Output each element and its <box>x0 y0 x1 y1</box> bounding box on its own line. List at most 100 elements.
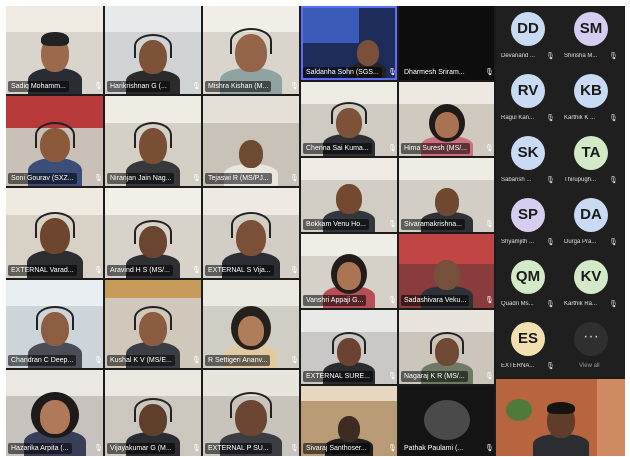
avatar: ES <box>511 322 545 356</box>
participant-tile[interactable]: Chenna Sai Kuma... 🎙 <box>301 82 397 156</box>
mic-muted-icon[interactable]: 🎙 <box>485 444 494 453</box>
mic-muted-icon[interactable]: 🎙 <box>192 266 201 275</box>
mic-muted-icon[interactable]: 🎙 <box>485 372 494 381</box>
participant-avatar-cell[interactable]: QM Quadri Ms... 🎙 <box>496 254 558 315</box>
mic-muted-icon[interactable]: 🎙 <box>290 82 299 91</box>
mic-muted-icon[interactable]: 🎙 <box>388 296 397 305</box>
mic-muted-icon[interactable]: 🎙 <box>546 300 555 308</box>
participant-avatar-cell[interactable]: SM Shirisha M... 🎙 <box>559 6 621 67</box>
participant-avatar-cell[interactable]: RV Ragul Kan... 🎙 <box>496 68 558 129</box>
mic-muted-icon[interactable]: 🎙 <box>546 52 555 60</box>
avatar: SK <box>511 136 545 170</box>
mic-muted-icon[interactable]: 🎙 <box>290 174 299 183</box>
participant-tile[interactable]: EXTERNAL S Vija... 🎙 <box>203 188 299 278</box>
mic-muted-icon[interactable]: 🎙 <box>192 82 201 91</box>
participant-name: Hima Suresh (MS/... <box>401 143 471 154</box>
participant-tile[interactable]: Sadashivara Veku... 🎙 <box>399 234 494 308</box>
participant-tile-video-off[interactable]: Dharmesh Sriram... 🎙 <box>399 6 494 80</box>
participant-tile[interactable]: EXTERNAL P SU... 🎙 <box>203 370 299 456</box>
participant-avatar-cell[interactable]: DA Durga Pra... 🎙 <box>559 192 621 253</box>
participant-name: Chandran C Deep... <box>8 355 77 366</box>
participant-name: Vijayakumar G (M... <box>107 443 175 454</box>
mic-muted-icon[interactable]: 🎙 <box>388 144 397 153</box>
mic-muted-icon[interactable]: 🎙 <box>388 444 397 453</box>
mic-muted-icon[interactable]: 🎙 <box>609 300 618 308</box>
mic-muted-icon[interactable]: 🎙 <box>94 356 103 365</box>
avatar-name: Thirupugh... <box>564 177 597 183</box>
view-all-button[interactable]: ··· View all <box>559 316 621 377</box>
avatar-name: Durga Pra... <box>564 239 597 245</box>
participant-name: EXTERNAL Varad... <box>8 265 77 276</box>
mic-muted-icon[interactable]: 🎙 <box>609 176 618 184</box>
mic-muted-icon[interactable]: 🎙 <box>609 238 618 246</box>
participant-tile[interactable]: Soni Gourav (SXZ... 🎙 <box>6 96 103 186</box>
participant-name: Kushal K V (MS/E... <box>107 355 175 366</box>
participant-tile-video-off[interactable]: Pathak Paulami (... 🎙 <box>399 386 494 456</box>
participant-tile[interactable]: EXTERNAL Varad... 🎙 <box>6 188 103 278</box>
participant-tile[interactable]: Tejaswi R (MS/PJ... 🎙 <box>203 96 299 186</box>
participant-name: Mishra Kishan (M... <box>205 81 272 92</box>
mic-muted-icon[interactable]: 🎙 <box>546 176 555 184</box>
participant-tile[interactable]: Vanshri Appaji G... 🎙 <box>301 234 397 308</box>
mic-muted-icon[interactable]: 🎙 <box>609 114 618 122</box>
participant-avatar-cell[interactable]: SP Shyamjith ... 🎙 <box>496 192 558 253</box>
mic-muted-icon[interactable]: 🎙 <box>485 144 494 153</box>
participant-avatar-cell[interactable]: KV Karthik Ra... 🎙 <box>559 254 621 315</box>
avatar: SM <box>574 12 608 46</box>
mic-muted-icon[interactable]: 🎙 <box>546 362 555 370</box>
participant-tile[interactable]: EXTERNAL SURE... 🎙 <box>301 310 397 384</box>
mic-muted-icon[interactable]: 🎙 <box>546 238 555 246</box>
mic-muted-icon[interactable]: 🎙 <box>388 68 397 77</box>
mic-muted-icon[interactable]: 🎙 <box>192 174 201 183</box>
mic-muted-icon[interactable]: 🎙 <box>94 266 103 275</box>
participant-name: EXTERNAL SURE... <box>303 371 373 382</box>
mic-muted-icon[interactable]: 🎙 <box>94 82 103 91</box>
participant-tile[interactable]: Hima Suresh (MS/... 🎙 <box>399 82 494 156</box>
participant-avatar-cell[interactable]: TA Thirupugh... 🎙 <box>559 130 621 191</box>
participant-avatar-cell[interactable]: SK Sabarish ... 🎙 <box>496 130 558 191</box>
video-call-screen: Sadiq Mohamm... 🎙 Soni Gourav (SXZ... 🎙 … <box>6 6 625 456</box>
participant-avatar-cell[interactable]: KB Karthik K ... 🎙 <box>559 68 621 129</box>
participant-name: Sivaramakrishna... <box>401 219 465 230</box>
participant-avatar-cell[interactable]: ES EXTERNA... 🎙 <box>496 316 558 377</box>
participant-tile[interactable]: Harikrishnan G (... 🎙 <box>105 6 201 94</box>
mic-muted-icon[interactable]: 🎙 <box>290 444 299 453</box>
mic-muted-icon[interactable]: 🎙 <box>609 52 618 60</box>
participant-tile[interactable]: Kushal K V (MS/E... 🎙 <box>105 280 201 368</box>
participant-tile[interactable]: Vijayakumar G (M... 🎙 <box>105 370 201 456</box>
participant-tile[interactable]: Nagaraj K R (MS/... 🎙 <box>399 310 494 384</box>
participant-tile[interactable]: Hazarika Arpita (... 🎙 <box>6 370 103 456</box>
avatar-name: Shyamjith ... <box>501 239 535 245</box>
mic-muted-icon[interactable]: 🎙 <box>290 356 299 365</box>
mic-muted-icon[interactable]: 🎙 <box>485 68 494 77</box>
mic-muted-icon[interactable]: 🎙 <box>388 372 397 381</box>
participant-name: Harikrishnan G (... <box>107 81 170 92</box>
participant-name: EXTERNAL P SU... <box>205 443 272 454</box>
participant-tile[interactable]: Sadiq Mohamm... 🎙 <box>6 6 103 94</box>
participant-tile[interactable]: R Settigeri Ananv... 🎙 <box>203 280 299 368</box>
self-view-tile[interactable] <box>496 379 625 456</box>
mic-muted-icon[interactable]: 🎙 <box>94 174 103 183</box>
mic-muted-icon[interactable]: 🎙 <box>485 220 494 229</box>
participant-tile[interactable]: Chandran C Deep... 🎙 <box>6 280 103 368</box>
participant-tile[interactable]: Sivaramakrishna... 🎙 <box>399 158 494 232</box>
participant-name: Chenna Sai Kuma... <box>303 143 372 154</box>
participant-avatar-cell[interactable]: DD Devanand ... 🎙 <box>496 6 558 67</box>
mic-muted-icon[interactable]: 🎙 <box>290 266 299 275</box>
participant-tile[interactable]: Sivaraj Santhoser... 🎙 <box>301 386 397 456</box>
avatar: KB <box>574 74 608 108</box>
participant-name: Hazarika Arpita (... <box>8 443 72 454</box>
mic-muted-icon[interactable]: 🎙 <box>485 296 494 305</box>
participant-tile-active-speaker[interactable]: Saldanha Sohn (SGS... 🎙 <box>301 6 397 80</box>
mic-muted-icon[interactable]: 🎙 <box>192 356 201 365</box>
mic-muted-icon[interactable]: 🎙 <box>546 114 555 122</box>
avatar-name: Ragul Kan... <box>501 115 535 121</box>
participant-tile[interactable]: Mishra Kishan (M... 🎙 <box>203 6 299 94</box>
participant-tile[interactable]: Niranjan Jain Nag... 🎙 <box>105 96 201 186</box>
mic-muted-icon[interactable]: 🎙 <box>192 444 201 453</box>
participant-tile[interactable]: Bokkam Venu Ho... 🎙 <box>301 158 397 232</box>
mic-muted-icon[interactable]: 🎙 <box>94 444 103 453</box>
participant-tile[interactable]: Aravind H S (MS/... 🎙 <box>105 188 201 278</box>
avatar-name: Sabarish ... <box>501 177 532 183</box>
mic-muted-icon[interactable]: 🎙 <box>388 220 397 229</box>
